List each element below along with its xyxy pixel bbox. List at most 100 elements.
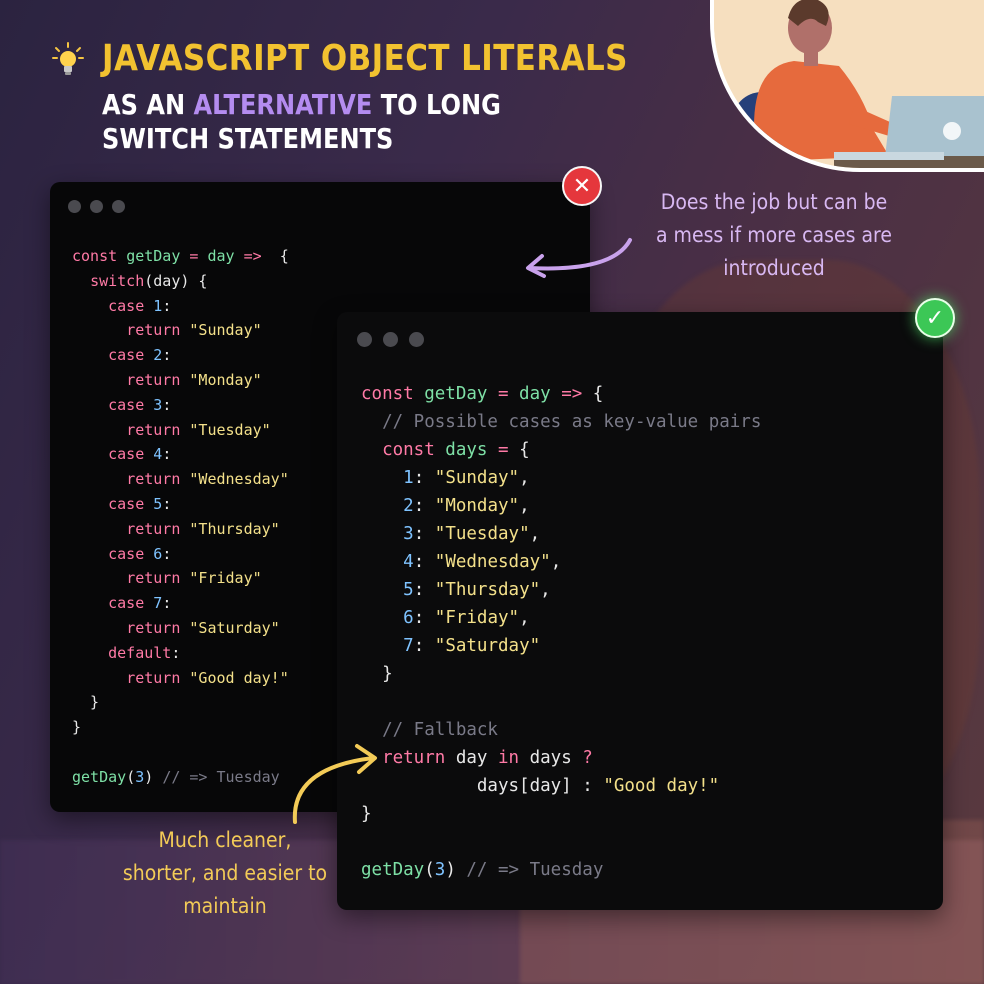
code-line: const getDay = day => {	[361, 380, 761, 408]
note-line: shorter, and easier to	[122, 861, 328, 885]
code-token: case	[108, 346, 154, 365]
code-token: :	[162, 544, 172, 563]
code-token: =>	[550, 384, 583, 404]
code-token: 6	[403, 608, 414, 628]
code-line: const getDay = day => {	[72, 244, 289, 269]
code-line: return "Wednesday"	[72, 467, 289, 492]
curved-arrow-icon	[292, 744, 377, 824]
code-token: ,	[519, 496, 530, 516]
window-dot	[90, 200, 103, 213]
code-line: 4: "Wednesday",	[361, 548, 761, 576]
window-dot	[112, 200, 125, 213]
code-token: :	[413, 552, 435, 572]
note-line: introduced	[723, 256, 825, 280]
code-line: return "Friday"	[72, 566, 289, 591]
code-line: getDay(3) // => Tuesday	[361, 856, 761, 884]
code-token: 5	[153, 494, 163, 513]
code-line: }	[72, 690, 289, 715]
code-token: case	[108, 544, 154, 563]
code-token: (	[126, 767, 136, 786]
code-line: default:	[72, 641, 289, 666]
object-literal-code-window: const getDay = day => { // Possible case…	[337, 312, 943, 910]
code-token: 1	[403, 468, 414, 488]
code-token: // Possible cases as key-value pairs	[382, 412, 762, 432]
code-line: case 1:	[72, 294, 289, 319]
code-token: default	[108, 643, 172, 662]
code-token: )	[445, 860, 467, 880]
code-token: return	[126, 321, 190, 340]
code-token: )	[144, 767, 163, 786]
code-token: "Tuesday"	[189, 420, 271, 439]
switch-code-block: const getDay = day => { switch(day) { ca…	[72, 244, 289, 790]
code-token: days	[529, 748, 583, 768]
code-token: 7	[403, 636, 414, 656]
code-token: =>	[234, 247, 262, 265]
subtitle-highlight: ALTERNATIVE	[193, 88, 373, 121]
code-token: :	[413, 468, 435, 488]
person-at-laptop-illustration	[710, 0, 984, 172]
code-token: day	[519, 384, 551, 404]
window-controls	[357, 332, 424, 347]
code-token: 7	[153, 594, 163, 613]
code-token: getDay	[361, 860, 425, 880]
code-token: 5	[403, 580, 414, 600]
code-token: 6	[153, 544, 163, 563]
code-token: // => Tuesday	[466, 860, 604, 880]
code-line: return "Monday"	[72, 368, 289, 393]
code-token: 2	[403, 496, 414, 516]
subtitle-line-1: AS AN ALTERNATIVE TO LONG	[102, 88, 515, 121]
code-line: case 4:	[72, 442, 289, 467]
code-token: "Tuesday"	[434, 524, 530, 544]
code-token: 3	[403, 524, 414, 544]
code-token: :	[413, 580, 435, 600]
code-token: getDay	[126, 247, 181, 265]
code-token: switch	[90, 271, 145, 290]
code-token: 3	[153, 395, 163, 414]
code-line: return day in days ?	[361, 744, 761, 772]
code-line: 6: "Friday",	[361, 604, 761, 632]
code-line: case 7:	[72, 591, 289, 616]
code-line: case 2:	[72, 343, 289, 368]
window-dot	[409, 332, 424, 347]
code-token: "Saturday"	[189, 618, 280, 637]
code-token: (day) {	[144, 271, 208, 290]
bad-approach-note: Does the job but can be a mess if more c…	[643, 186, 906, 285]
code-token: "Monday"	[434, 496, 520, 516]
window-dot	[68, 200, 81, 213]
code-token: "Good day!"	[603, 776, 720, 796]
code-token: :	[171, 643, 181, 662]
code-token: day	[207, 247, 235, 265]
code-line: 3: "Tuesday",	[361, 520, 761, 548]
code-token: ?	[582, 748, 593, 768]
code-token: :	[162, 346, 172, 365]
code-token: "Sunday"	[189, 321, 262, 340]
code-line: case 6:	[72, 542, 289, 567]
good-approach-note: Much cleaner, shorter, and easier to mai…	[117, 824, 333, 923]
code-token: return	[126, 519, 190, 538]
code-token: }	[72, 693, 100, 712]
code-token: {	[582, 384, 604, 404]
code-token: =	[180, 247, 208, 265]
object-literal-code-block: const getDay = day => { // Possible case…	[361, 380, 761, 884]
code-line: 5: "Thursday",	[361, 576, 761, 604]
code-token: getDay	[72, 767, 127, 786]
code-line: getDay(3) // => Tuesday	[72, 765, 289, 790]
subtitle-text: AS AN	[102, 88, 194, 121]
page-title: JAVASCRIPT OBJECT LITERALS	[102, 38, 628, 79]
code-token: {	[261, 247, 289, 265]
code-line: case 3:	[72, 393, 289, 418]
code-line: 2: "Monday",	[361, 492, 761, 520]
code-token: return	[126, 569, 190, 588]
x-mark-icon: ✕	[562, 166, 602, 206]
code-token: "Good day!"	[189, 668, 289, 687]
code-token: "Wednesday"	[434, 552, 551, 572]
window-dot	[357, 332, 372, 347]
code-line: return "Sunday"	[72, 318, 289, 343]
